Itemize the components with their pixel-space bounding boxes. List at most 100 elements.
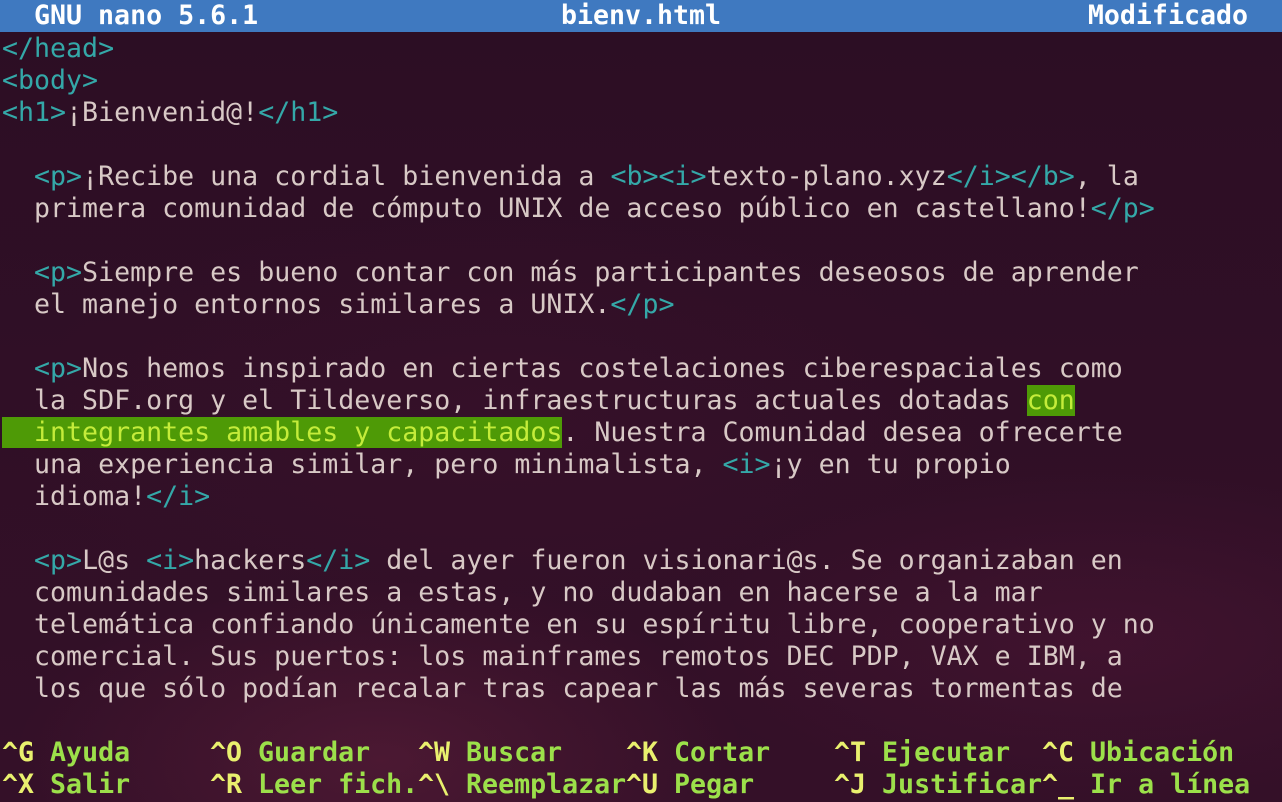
line-text	[2, 545, 34, 576]
editor-line[interactable]: la SDF.org y el Tildeverso, infraestruct…	[2, 385, 1282, 417]
shortcut-label: Reemplazar	[466, 769, 627, 800]
shortcut-key: ^K	[626, 737, 659, 768]
line-text: primera comunidad de cómputo UNIX de acc…	[2, 193, 1091, 224]
line-text: el manejo entornos similares a UNIX.	[2, 289, 611, 320]
shortcut-key: ^T	[834, 737, 867, 768]
line-text: . Nuestra Comunidad desea ofrecerte	[562, 417, 1123, 448]
shortcut-key: ^C	[1042, 737, 1075, 768]
html-tag: <i>	[722, 449, 771, 480]
shortcut-label: Justificar	[882, 769, 1043, 800]
line-text	[2, 161, 34, 192]
shortcut-key: ^_	[1042, 769, 1075, 800]
line-text: Siempre es bueno contar con más particip…	[82, 257, 1139, 288]
line-text: ¡y en tu propio	[770, 449, 1011, 480]
line-text: idioma!	[2, 481, 147, 512]
editor-line[interactable]	[2, 513, 1282, 545]
line-text: Nos hemos inspirado en ciertas costelaci…	[82, 353, 1123, 384]
shortcut-key: ^\	[418, 769, 451, 800]
shortcut-item[interactable]: ^C Ubicación	[1042, 737, 1234, 769]
line-text: ¡Bienvenid@!	[66, 97, 259, 128]
editor-line[interactable]: comunidades similares a estas, y no duda…	[2, 577, 1282, 609]
html-tag: </h1>	[258, 97, 339, 128]
html-tag: </i>	[146, 481, 211, 512]
search-highlight: integrantes amables y capacitados	[2, 417, 563, 448]
shortcut-label: Ubicación	[1090, 737, 1235, 768]
shortcut-item[interactable]: ^K Cortar	[626, 737, 770, 769]
html-tag: </head>	[2, 33, 115, 64]
shortcut-item[interactable]: ^R Leer fich.	[210, 769, 418, 801]
shortcut-item[interactable]: ^T Ejecutar	[834, 737, 1010, 769]
line-text: L@s	[82, 545, 147, 576]
editor-line[interactable]: <p>Siempre es bueno contar con más parti…	[2, 257, 1282, 289]
html-tag: <h1>	[2, 97, 67, 128]
shortcut-label: Pegar	[674, 769, 755, 800]
shortcut-row: ^X Salir ^R Leer fich. ^\ Reemplazar ^U Peg…	[2, 769, 1282, 801]
shortcut-row: ^G Ayuda ^O Guardar ^W Buscar ^K Cortar ^T E…	[2, 737, 1282, 769]
shortcut-item[interactable]: ^G Ayuda	[2, 737, 130, 769]
shortcut-label: Salir	[50, 769, 131, 800]
shortcut-item[interactable]: ^O Guardar	[210, 737, 370, 769]
line-text: una experiencia similar, pero minimalist…	[2, 449, 723, 480]
editor-line[interactable]: idioma!</i>	[2, 481, 1282, 513]
shortcut-label: Ir a línea	[1090, 769, 1251, 800]
shortcut-key: ^G	[2, 737, 35, 768]
shortcut-label: Guardar	[258, 737, 371, 768]
editor-line[interactable]: telemática confiando únicamente en su es…	[2, 609, 1282, 641]
line-text: , la	[1074, 161, 1139, 192]
html-tag: </p>	[610, 289, 675, 320]
shortcut-item[interactable]: ^J Justificar	[834, 769, 1042, 801]
shortcut-key: ^J	[834, 769, 867, 800]
line-text: comercial. Sus puertos: los mainframes r…	[2, 641, 1123, 672]
shortcut-item[interactable]: ^U Pegar	[626, 769, 754, 801]
editor-line[interactable]: primera comunidad de cómputo UNIX de acc…	[2, 193, 1282, 225]
shortcut-key: ^U	[626, 769, 659, 800]
shortcut-item[interactable]: ^\ Reemplazar	[418, 769, 626, 801]
shortcut-label: Ejecutar	[882, 737, 1011, 768]
editor-line[interactable]: </head>	[2, 33, 1282, 65]
editor-line[interactable]: el manejo entornos similares a UNIX.</p>	[2, 289, 1282, 321]
line-text: los que sólo podían recalar tras capear …	[2, 673, 1123, 704]
text-editor-area[interactable]: </head> <body> <h1>¡Bienvenid@!</h1> <p>¡R…	[2, 33, 1282, 705]
shortcut-bar: ^G Ayuda ^O Guardar ^W Buscar ^K Cortar ^T E…	[2, 737, 1282, 801]
modified-status: Modificado	[1087, 0, 1248, 31]
editor-line[interactable]	[2, 225, 1282, 257]
line-text: hackers	[194, 545, 307, 576]
shortcut-key: ^X	[2, 769, 35, 800]
editor-line[interactable]: <p>¡Recibe una cordial bienvenida a <b><…	[2, 161, 1282, 193]
shortcut-key: ^R	[210, 769, 243, 800]
line-text: del ayer fueron visionari@s. Se organiza…	[370, 545, 1123, 576]
editor-line[interactable]: <h1>¡Bienvenid@!</h1>	[2, 97, 1282, 129]
shortcut-key: ^O	[210, 737, 243, 768]
html-tag: <p>	[34, 353, 83, 384]
shortcut-key: ^W	[418, 737, 451, 768]
editor-line[interactable]: integrantes amables y capacitados. Nuest…	[2, 417, 1282, 449]
shortcut-label: Cortar	[674, 737, 771, 768]
html-tag: </i></b>	[946, 161, 1075, 192]
editor-line[interactable]	[2, 321, 1282, 353]
line-text: telemática confiando únicamente en su es…	[2, 609, 1155, 640]
title-bar: GNU nano 5.6.1 bienv.html Modificado	[0, 0, 1282, 32]
editor-line[interactable]: comercial. Sus puertos: los mainframes r…	[2, 641, 1282, 673]
editor-line[interactable]: <p>Nos hemos inspirado en ciertas costel…	[2, 353, 1282, 385]
html-tag: </p>	[1090, 193, 1155, 224]
editor-line[interactable]: una experiencia similar, pero minimalist…	[2, 449, 1282, 481]
line-text: la SDF.org y el Tildeverso, infraestruct…	[2, 385, 1027, 416]
html-tag: <i>	[146, 545, 195, 576]
line-text: texto-plano.xyz	[706, 161, 947, 192]
shortcut-label: Buscar	[466, 737, 563, 768]
editor-line[interactable]: <p>L@s <i>hackers</i> del ayer fueron vi…	[2, 545, 1282, 577]
editor-line[interactable]	[2, 129, 1282, 161]
editor-line[interactable]: <body>	[2, 65, 1282, 97]
line-text	[2, 353, 34, 384]
html-tag: <body>	[2, 65, 99, 96]
html-tag: <p>	[34, 545, 83, 576]
line-text: comunidades similares a estas, y no duda…	[2, 577, 1043, 608]
html-tag: <b><i>	[610, 161, 707, 192]
editor-line[interactable]: los que sólo podían recalar tras capear …	[2, 673, 1282, 705]
shortcut-item[interactable]: ^W Buscar	[418, 737, 562, 769]
line-text: ¡Recibe una cordial bienvenida a	[82, 161, 611, 192]
shortcut-item[interactable]: ^X Salir	[2, 769, 130, 801]
line-text	[2, 257, 34, 288]
shortcut-item[interactable]: ^_ Ir a línea	[1042, 769, 1250, 801]
shortcut-label: Ayuda	[50, 737, 131, 768]
